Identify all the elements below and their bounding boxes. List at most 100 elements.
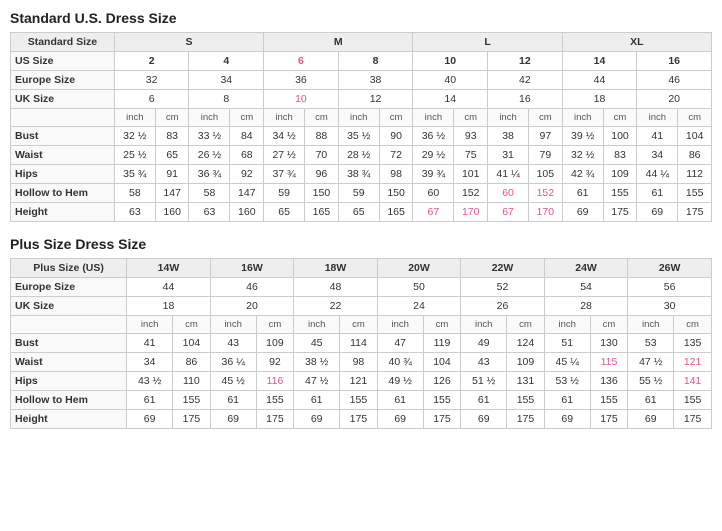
std-cell: 100 xyxy=(603,127,637,146)
us-14: 14 xyxy=(562,52,637,71)
plus-cell: 175 xyxy=(423,410,461,429)
std-cell: 86 xyxy=(678,146,712,165)
std-cell: 41 xyxy=(637,127,678,146)
plus-cell: 53 xyxy=(628,334,674,353)
plus-uk-30: 30 xyxy=(628,297,712,316)
standard-title: Standard U.S. Dress Size xyxy=(10,10,712,26)
plus-unit-spacer xyxy=(11,316,127,334)
std-cell: 91 xyxy=(155,165,189,184)
std-cell: 75 xyxy=(454,146,488,165)
plus-cell: 49 ½ xyxy=(377,372,423,391)
plus-row-label: Waist xyxy=(11,353,127,372)
std-cell: 97 xyxy=(529,127,563,146)
std-cell: 175 xyxy=(678,203,712,222)
plus-unit-cm-1: cm xyxy=(173,316,211,334)
plus-cell: 69 xyxy=(210,410,256,429)
plus-cell: 175 xyxy=(173,410,211,429)
std-cell: 93 xyxy=(454,127,488,146)
plus-cell: 47 xyxy=(377,334,423,353)
std-cell: 42 ¾ xyxy=(562,165,603,184)
std-cell: 84 xyxy=(230,127,264,146)
std-measurement-row: Hips35 ¾9136 ¾9237 ¾9638 ¾9839 ¾10141 ¼1… xyxy=(11,165,712,184)
plus-uk-row: UK Size 18 20 22 24 26 28 30 xyxy=(11,297,712,316)
std-cell: 36 ½ xyxy=(413,127,454,146)
plus-cell: 43 xyxy=(461,353,507,372)
std-cell: 33 ½ xyxy=(189,127,230,146)
plus-measurement-row: Height6917569175691756917569175691756917… xyxy=(11,410,712,429)
std-cell: 83 xyxy=(603,146,637,165)
std-cell: 58 xyxy=(189,184,230,203)
us-8: 8 xyxy=(338,52,413,71)
std-cell: 170 xyxy=(454,203,488,222)
uk-6: 6 xyxy=(114,90,189,109)
us-6: 6 xyxy=(264,52,339,71)
plus-cell: 61 xyxy=(461,391,507,410)
plus-cell: 136 xyxy=(590,372,628,391)
plus-row-label: Bust xyxy=(11,334,127,353)
std-xl-header: XL xyxy=(562,33,711,52)
std-cell: 160 xyxy=(155,203,189,222)
plus-cell: 175 xyxy=(674,410,712,429)
std-cell: 92 xyxy=(230,165,264,184)
std-cell: 175 xyxy=(603,203,637,222)
std-row-label: Hollow to Hem xyxy=(11,184,115,203)
plus-unit-cm-2: cm xyxy=(256,316,294,334)
eu-38: 38 xyxy=(338,71,413,90)
std-cell: 67 xyxy=(413,203,454,222)
std-cell: 165 xyxy=(379,203,413,222)
unit-cm-3: cm xyxy=(305,109,339,127)
std-s-header: S xyxy=(114,33,263,52)
plus-cell: 119 xyxy=(423,334,461,353)
std-cell: 152 xyxy=(454,184,488,203)
unit-header-row: inch cm inch cm inch cm inch cm inch cm … xyxy=(11,109,712,127)
std-cell: 59 xyxy=(264,184,305,203)
std-cell: 60 xyxy=(488,184,529,203)
std-cell: 39 ¾ xyxy=(413,165,454,184)
plus-cell: 155 xyxy=(507,391,545,410)
plus-cell: 40 ¾ xyxy=(377,353,423,372)
std-cell: 170 xyxy=(529,203,563,222)
unit-cm-2: cm xyxy=(230,109,264,127)
std-cell: 39 ½ xyxy=(562,127,603,146)
plus-cell: 61 xyxy=(210,391,256,410)
plus-measurement-row: Hollow to Hem611556115561155611556115561… xyxy=(11,391,712,410)
std-row-label: Bust xyxy=(11,127,115,146)
std-cell: 27 ½ xyxy=(264,146,305,165)
us-4: 4 xyxy=(189,52,264,71)
plus-cell: 141 xyxy=(674,372,712,391)
std-cell: 90 xyxy=(379,127,413,146)
plus-uk-18: 18 xyxy=(127,297,211,316)
std-l-header: L xyxy=(413,33,562,52)
std-cell: 150 xyxy=(305,184,339,203)
std-cell: 104 xyxy=(678,127,712,146)
std-measurement-row: Waist25 ½6526 ½6827 ½7028 ½7229 ½7531793… xyxy=(11,146,712,165)
plus-cell: 61 xyxy=(628,391,674,410)
unit-cm-5: cm xyxy=(454,109,488,127)
std-cell: 72 xyxy=(379,146,413,165)
uk-size-row: UK Size 6 8 10 12 14 16 18 20 xyxy=(11,90,712,109)
plus-cell: 92 xyxy=(256,353,294,372)
plus-26w: 26W xyxy=(628,259,712,278)
plus-cell: 86 xyxy=(173,353,211,372)
plus-cell: 49 xyxy=(461,334,507,353)
std-cell: 44 ¼ xyxy=(637,165,678,184)
plus-cell: 69 xyxy=(461,410,507,429)
plus-unit-inch-5: inch xyxy=(461,316,507,334)
plus-cell: 98 xyxy=(340,353,378,372)
plus-cell: 69 xyxy=(294,410,340,429)
unit-inch-1: inch xyxy=(114,109,155,127)
plus-eu-46: 46 xyxy=(210,278,294,297)
standard-table: Standard Size S M L XL US Size 2 4 6 8 1… xyxy=(10,32,712,222)
std-row-label: Waist xyxy=(11,146,115,165)
plus-cell: 43 ½ xyxy=(127,372,173,391)
std-cell: 68 xyxy=(230,146,264,165)
plus-eu-50: 50 xyxy=(377,278,461,297)
eu-36: 36 xyxy=(264,71,339,90)
plus-cell: 121 xyxy=(340,372,378,391)
plus-unit-inch-3: inch xyxy=(294,316,340,334)
plus-unit-inch-2: inch xyxy=(210,316,256,334)
eu-46: 46 xyxy=(637,71,712,90)
std-cell: 155 xyxy=(603,184,637,203)
plus-cell: 116 xyxy=(256,372,294,391)
unit-cm-1: cm xyxy=(155,109,189,127)
